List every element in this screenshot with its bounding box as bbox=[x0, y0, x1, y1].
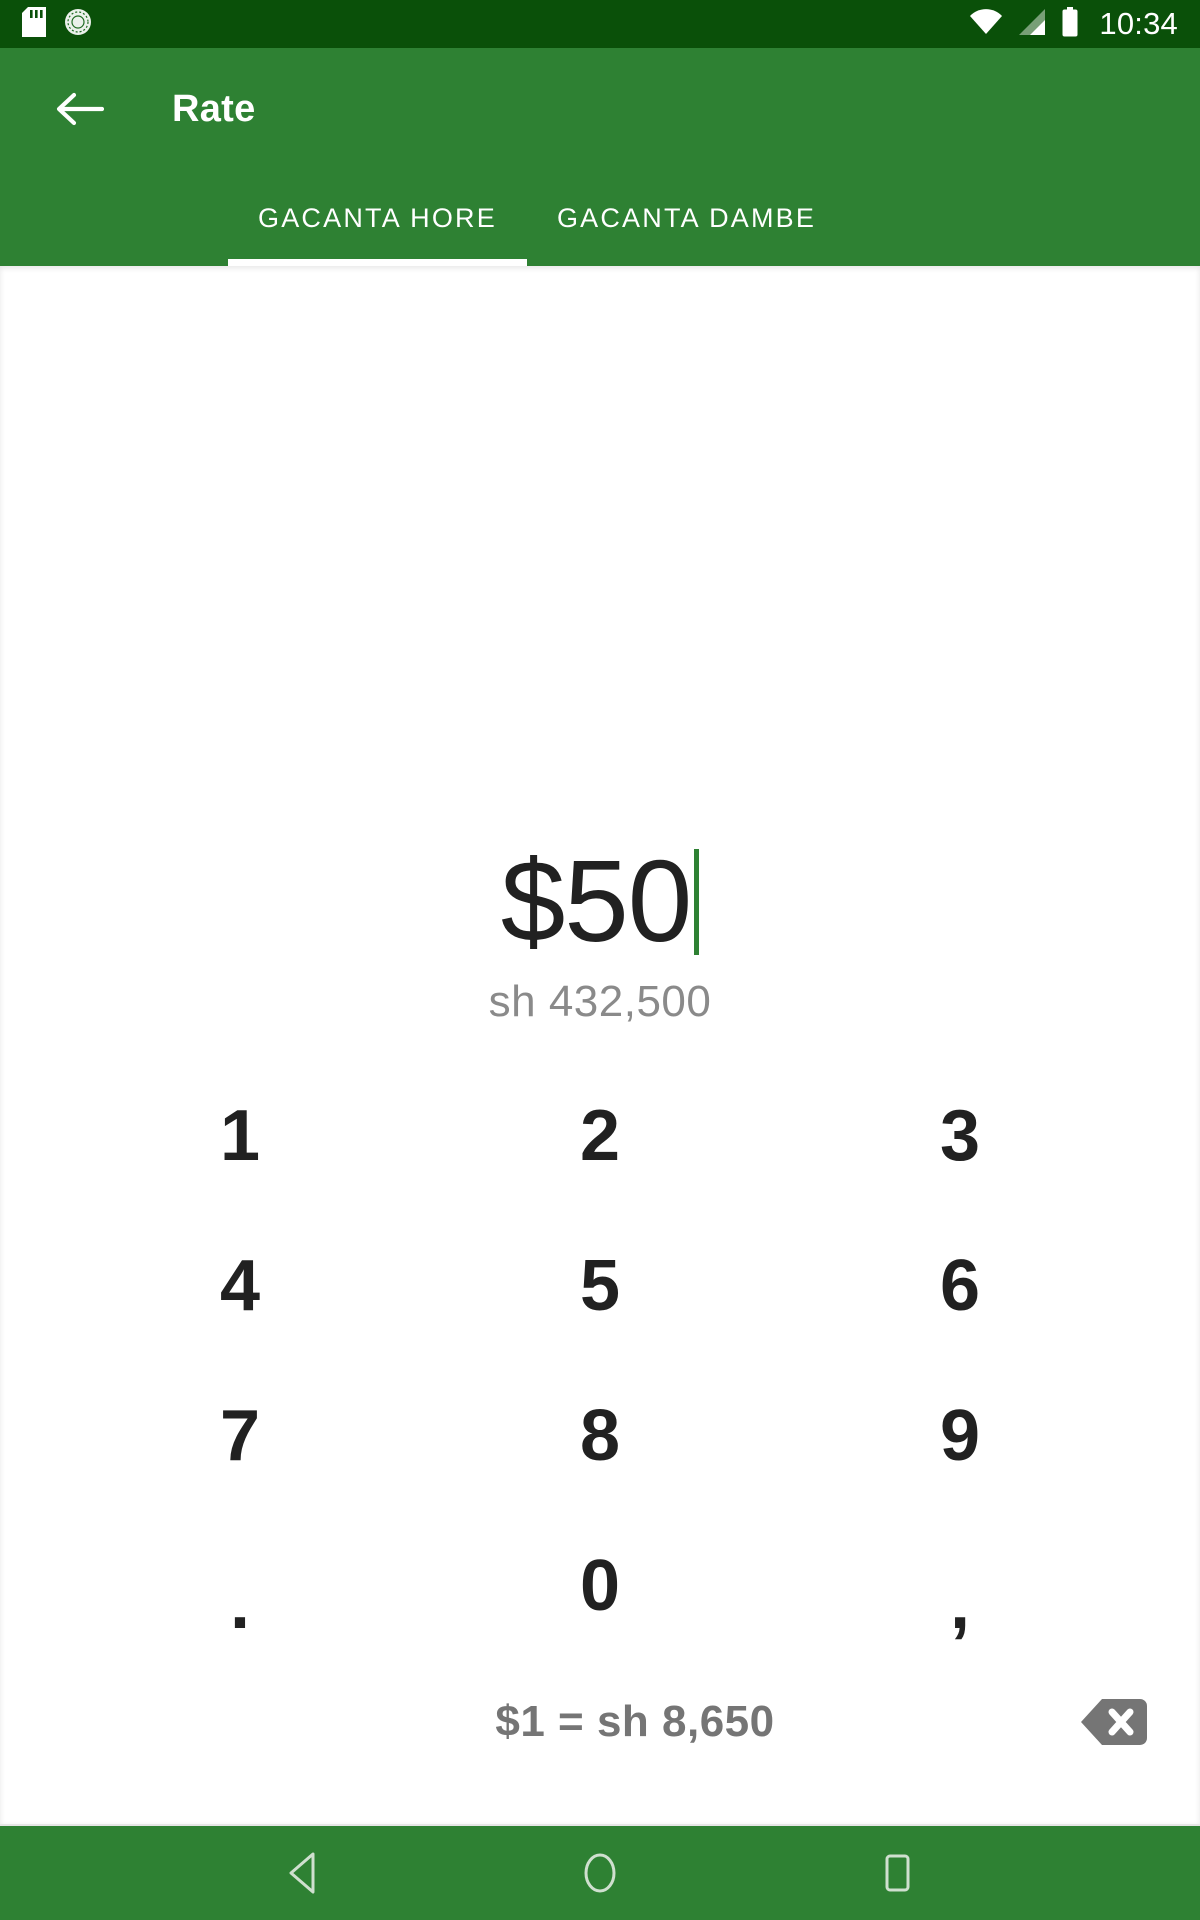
tab-label: GACANTA HORE bbox=[258, 202, 497, 233]
key-label: 3 bbox=[939, 1095, 981, 1176]
tab-bar: GACANTA HORE GACANTA DAMBE bbox=[0, 170, 1200, 266]
key-6[interactable]: 6 bbox=[780, 1211, 1140, 1361]
key-label: 1 bbox=[219, 1095, 261, 1176]
content-area: $50 sh 432,500 1 2 3 4 5 6 7 8 9 . 0 , $… bbox=[0, 266, 1200, 1824]
key-2[interactable]: 2 bbox=[420, 1061, 780, 1211]
tab-gacanta-hore[interactable]: GACANTA HORE bbox=[228, 170, 527, 266]
battery-icon bbox=[1061, 6, 1079, 42]
tab-label: GACANTA DAMBE bbox=[556, 202, 817, 233]
key-8[interactable]: 8 bbox=[420, 1361, 780, 1511]
page-title: Rate bbox=[172, 87, 256, 130]
sd-card-icon bbox=[22, 6, 46, 42]
key-label: 4 bbox=[219, 1245, 261, 1326]
key-label: 9 bbox=[939, 1395, 981, 1476]
app-bar: Rate GACANTA HORE GACANTA DAMBE bbox=[0, 48, 1200, 266]
key-1[interactable]: 1 bbox=[60, 1061, 420, 1211]
nav-home-button[interactable] bbox=[564, 1837, 636, 1909]
status-bar-right-icons: 10:34 bbox=[969, 6, 1178, 42]
key-label: 5 bbox=[579, 1245, 621, 1326]
key-label: 2 bbox=[579, 1095, 621, 1176]
nav-recents-button[interactable] bbox=[861, 1837, 933, 1909]
key-label: , bbox=[949, 1563, 970, 1644]
text-cursor bbox=[694, 848, 700, 955]
sync-icon bbox=[64, 8, 92, 41]
key-label: 0 bbox=[579, 1545, 621, 1626]
amount-value: $50 bbox=[500, 836, 693, 966]
status-bar: 10:34 bbox=[0, 0, 1200, 48]
back-button[interactable] bbox=[48, 78, 110, 140]
status-bar-left-icons bbox=[22, 6, 92, 42]
key-5[interactable]: 5 bbox=[420, 1211, 780, 1361]
converted-amount: sh 432,500 bbox=[488, 976, 712, 1026]
key-4[interactable]: 4 bbox=[60, 1211, 420, 1361]
status-bar-clock: 10:34 bbox=[1099, 6, 1178, 41]
key-label: 7 bbox=[219, 1395, 261, 1476]
exchange-rate-row: $1 = sh 8,650 bbox=[0, 1667, 1200, 1777]
nav-recents-icon bbox=[885, 1854, 910, 1892]
exchange-rate-text: $1 = sh 8,650 bbox=[495, 1696, 775, 1746]
app-screen: 10:34 Rate GACANTA HORE GACANTA DAMBE $5… bbox=[0, 0, 1200, 1920]
key-9[interactable]: 9 bbox=[780, 1361, 1140, 1511]
key-3[interactable]: 3 bbox=[780, 1061, 1140, 1211]
wifi-icon bbox=[969, 8, 1003, 41]
key-comma[interactable]: , bbox=[780, 1511, 1140, 1661]
android-nav-bar bbox=[0, 1824, 1200, 1920]
numeric-keypad: 1 2 3 4 5 6 7 8 9 . 0 , bbox=[0, 1061, 1200, 1661]
amount-display[interactable]: $50 sh 432,500 bbox=[0, 836, 1200, 1027]
nav-back-button[interactable] bbox=[267, 1837, 339, 1909]
key-label: 8 bbox=[579, 1395, 621, 1476]
arrow-left-icon bbox=[56, 92, 104, 126]
backspace-icon bbox=[1081, 1698, 1147, 1745]
amount-input-row[interactable]: $50 bbox=[500, 836, 700, 966]
key-0[interactable]: 0 bbox=[420, 1511, 780, 1661]
backspace-button[interactable] bbox=[1076, 1692, 1152, 1752]
key-label: . bbox=[229, 1563, 250, 1644]
key-decimal[interactable]: . bbox=[60, 1511, 420, 1661]
signal-icon bbox=[1017, 8, 1047, 41]
key-label: 6 bbox=[939, 1245, 981, 1326]
nav-home-icon bbox=[584, 1853, 616, 1893]
nav-back-icon bbox=[289, 1852, 315, 1894]
key-7[interactable]: 7 bbox=[60, 1361, 420, 1511]
tab-gacanta-dambe[interactable]: GACANTA DAMBE bbox=[527, 170, 846, 266]
app-bar-top-row: Rate bbox=[0, 48, 1200, 170]
